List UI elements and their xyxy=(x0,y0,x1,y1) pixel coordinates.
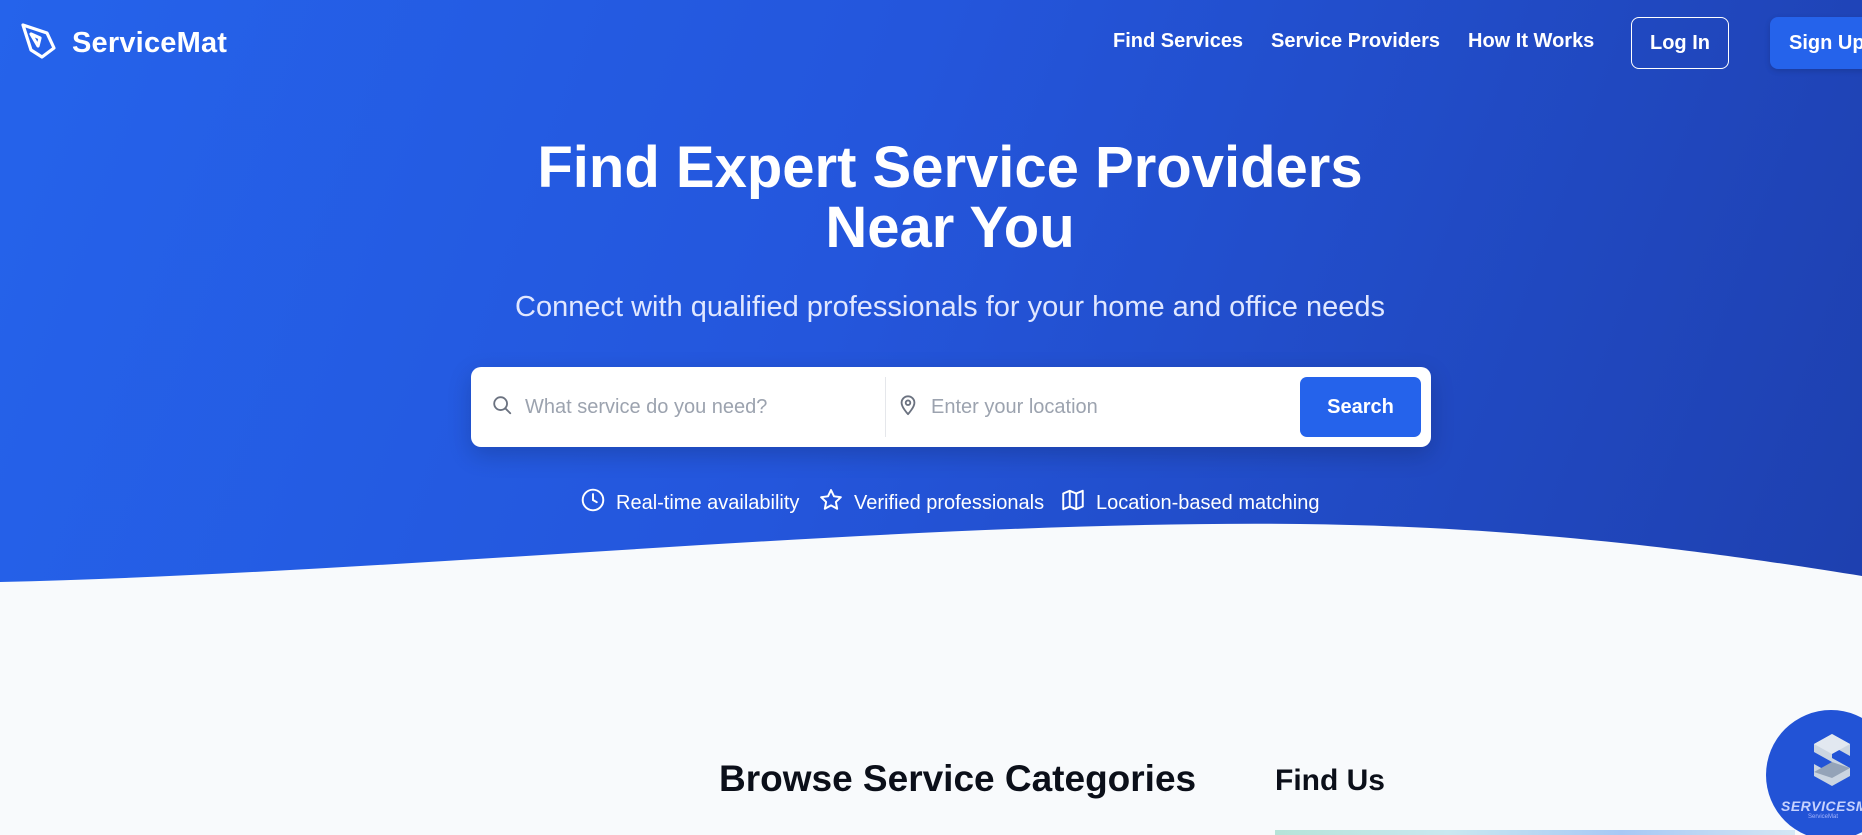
login-button[interactable]: Log In xyxy=(1631,17,1729,69)
signup-button[interactable]: Sign Up xyxy=(1770,17,1862,69)
find-us-heading: Find Us xyxy=(1275,764,1385,797)
hero-wave-divider xyxy=(0,523,1862,600)
service-search-input[interactable]: What service do you need? xyxy=(525,396,767,419)
hero-subtitle: Connect with qualified professionals for… xyxy=(515,291,1385,323)
location-input[interactable]: Enter your location xyxy=(931,396,1098,419)
feature-label: Location-based matching xyxy=(1096,491,1320,514)
logo-icon xyxy=(20,22,58,65)
location-search-field[interactable]: Enter your location xyxy=(897,367,1098,447)
hero-title-line-2: Near You xyxy=(825,195,1075,260)
search-bar: What service do you need? Enter your loc… xyxy=(471,367,1431,447)
floating-logo-badge[interactable]: SERVICESM ServiceMat xyxy=(1766,710,1862,835)
feature-realtime: Real-time availability xyxy=(580,487,800,519)
service-search-field[interactable]: What service do you need? xyxy=(491,367,767,447)
brand-logo[interactable]: ServiceMat xyxy=(20,22,227,65)
map-preview[interactable] xyxy=(1275,830,1795,835)
feature-label: Verified professionals xyxy=(854,491,1045,514)
badge-s-icon xyxy=(1812,732,1852,793)
nav-find-services[interactable]: Find Services xyxy=(1113,30,1243,53)
map-icon xyxy=(1060,487,1086,519)
hero-title: Find Expert Service Providers Near You xyxy=(0,138,1862,258)
categories-heading: Browse Service Categories xyxy=(719,758,1197,799)
nav-how-it-works[interactable]: How It Works xyxy=(1468,30,1594,53)
search-icon xyxy=(491,394,513,421)
badge-subtext: ServiceMat xyxy=(1808,814,1839,820)
feature-verified: Verified professionals xyxy=(818,489,1044,517)
location-pin-icon xyxy=(897,394,919,421)
feature-label: Real-time availability xyxy=(616,491,800,514)
hero-title-line-1: Find Expert Service Providers xyxy=(537,135,1363,200)
star-icon xyxy=(818,487,844,519)
clock-icon xyxy=(580,487,606,519)
brand-name: ServiceMat xyxy=(72,27,228,59)
feature-location: Location-based matching xyxy=(1060,489,1319,517)
search-button[interactable]: Search xyxy=(1300,377,1421,437)
search-divider xyxy=(885,377,886,437)
nav-service-providers[interactable]: Service Providers xyxy=(1271,30,1440,53)
badge-text: SERVICESM xyxy=(1781,798,1862,814)
